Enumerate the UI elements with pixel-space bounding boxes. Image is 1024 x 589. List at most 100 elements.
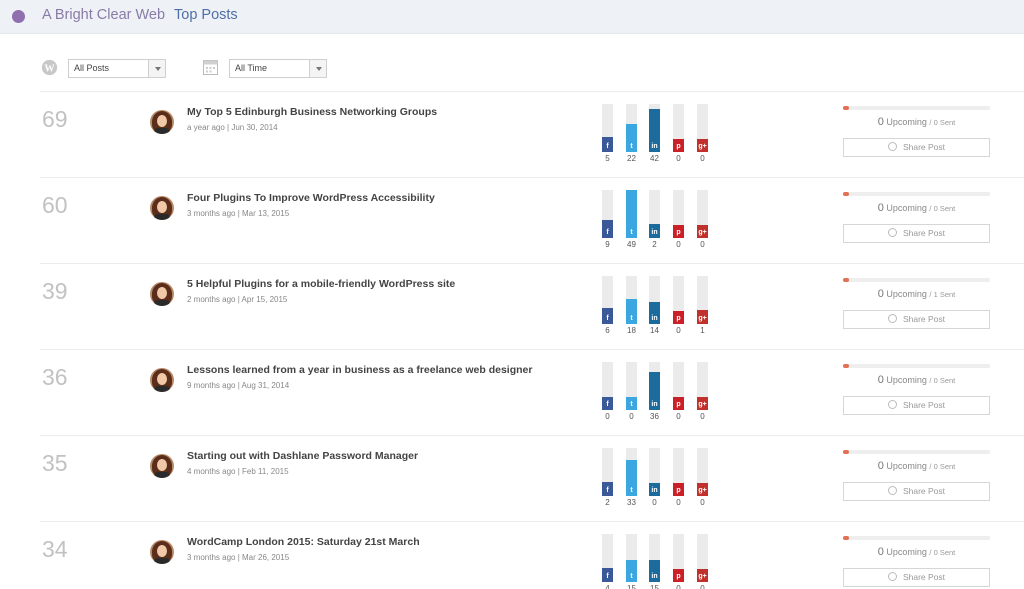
sent-count: / 0 Sent — [929, 548, 956, 557]
share-post-button[interactable]: Share Post — [843, 482, 990, 501]
chevron-down-icon[interactable] — [148, 60, 165, 77]
wordpress-icon: W — [41, 59, 58, 76]
facebook-icon: f — [602, 485, 613, 496]
share-bar-linkedin: in 42 — [649, 104, 660, 163]
share-bar-googleplus: g+ 0 — [697, 448, 708, 507]
sent-count: / 0 Sent — [929, 462, 956, 471]
share-stats: f 0 t 0 in 36 p 0 g+ 0 — [602, 362, 722, 422]
twitter-icon: t — [626, 485, 637, 496]
share-count-facebook: 5 — [605, 154, 610, 163]
bar-track — [673, 448, 684, 485]
share-post-button[interactable]: Share Post — [843, 224, 990, 243]
post-row: 34 WordCamp London 2015: Saturday 21st M… — [40, 521, 1024, 589]
share-panel: 0 Upcoming / 0 Sent Share Post — [843, 350, 993, 436]
share-stats: f 6 t 18 in 14 p 0 g+ 1 — [602, 276, 722, 336]
post-title-link[interactable]: Lessons learned from a year in business … — [187, 364, 532, 376]
author-avatar — [150, 282, 174, 306]
wordpress-icon — [887, 142, 897, 151]
twitter-icon: t — [626, 227, 637, 238]
pinterest-icon: p — [673, 141, 684, 152]
share-progress-fill — [843, 450, 849, 454]
author-avatar — [150, 454, 174, 478]
linkedin-icon: in — [649, 227, 660, 238]
share-count-pinterest: 0 — [676, 498, 681, 507]
share-progress-bar — [843, 536, 990, 540]
post-date: 9 months ago | Aug 31, 2014 — [187, 381, 290, 390]
share-count-linkedin: 36 — [650, 412, 659, 421]
time-filter-select[interactable]: All Time — [229, 59, 327, 78]
upcoming-label: Upcoming — [886, 203, 927, 213]
site-name[interactable]: A Bright Clear Web — [42, 7, 165, 23]
post-title-link[interactable]: Starting out with Dashlane Password Mana… — [187, 450, 418, 462]
share-bar-twitter: t 49 — [626, 190, 637, 249]
share-post-label: Share Post — [902, 142, 946, 152]
share-bar-googleplus: g+ 0 — [697, 534, 708, 589]
post-title-link[interactable]: Four Plugins To Improve WordPress Access… — [187, 192, 435, 204]
share-bar-twitter: t 33 — [626, 448, 637, 507]
linkedin-icon: in — [649, 399, 660, 410]
share-bar-linkedin: in 0 — [649, 448, 660, 507]
share-progress-bar — [843, 192, 990, 196]
post-filter-select[interactable]: All Posts — [68, 59, 166, 78]
facebook-icon: f — [602, 227, 613, 238]
share-bar-twitter: t 22 — [626, 104, 637, 163]
post-row: 60 Four Plugins To Improve WordPress Acc… — [40, 177, 1024, 263]
chevron-down-icon[interactable] — [309, 60, 326, 77]
linkedin-icon: in — [649, 571, 660, 582]
post-title-link[interactable]: WordCamp London 2015: Saturday 21st Marc… — [187, 536, 420, 548]
share-post-button[interactable]: Share Post — [843, 568, 990, 587]
share-count-googleplus: 0 — [700, 240, 705, 249]
share-bar-googleplus: g+ 1 — [697, 276, 708, 335]
share-count-twitter: 0 — [629, 412, 634, 421]
page-title: Top Posts — [174, 7, 238, 23]
upcoming-count: 0 — [877, 460, 884, 472]
post-date: a year ago | Jun 30, 2014 — [187, 123, 278, 132]
share-count-googleplus: 0 — [700, 584, 705, 589]
bar-fill-linkedin — [649, 372, 660, 399]
share-post-button[interactable]: Share Post — [843, 396, 990, 415]
post-date: 2 months ago | Apr 15, 2015 — [187, 295, 288, 304]
share-bar-linkedin: in 15 — [649, 534, 660, 589]
share-bar-pinterest: p 0 — [673, 104, 684, 163]
upcoming-count: 0 — [877, 546, 884, 558]
pinterest-icon: p — [673, 227, 684, 238]
post-title-link[interactable]: 5 Helpful Plugins for a mobile-friendly … — [187, 278, 455, 290]
googleplus-icon: g+ — [697, 313, 708, 324]
bar-fill-linkedin — [649, 302, 660, 313]
share-count-pinterest: 0 — [676, 584, 681, 589]
post-title-link[interactable]: My Top 5 Edinburgh Business Networking G… — [187, 106, 437, 118]
share-panel: 0 Upcoming / 1 Sent Share Post — [843, 264, 993, 350]
share-bar-pinterest: p 0 — [673, 362, 684, 421]
bar-track — [673, 362, 684, 399]
share-bar-facebook: f 0 — [602, 362, 613, 421]
share-status: 0 Upcoming / 0 Sent — [843, 116, 990, 128]
share-post-button[interactable]: Share Post — [843, 138, 990, 157]
bar-fill-twitter — [626, 460, 637, 485]
googleplus-icon: g+ — [697, 141, 708, 152]
share-count-googleplus: 0 — [700, 498, 705, 507]
twitter-icon: t — [626, 141, 637, 152]
sent-count: / 0 Sent — [929, 376, 956, 385]
share-bar-twitter: t 18 — [626, 276, 637, 335]
author-avatar — [150, 540, 174, 564]
share-post-label: Share Post — [902, 400, 946, 410]
post-filter-value: All Posts — [74, 63, 110, 73]
bar-track — [673, 190, 684, 227]
share-post-label: Share Post — [902, 314, 946, 324]
share-count-facebook: 6 — [605, 326, 610, 335]
share-bar-facebook: f 6 — [602, 276, 613, 335]
bar-fill-linkedin — [649, 560, 660, 571]
share-post-button[interactable]: Share Post — [843, 310, 990, 329]
share-bar-facebook: f 5 — [602, 104, 613, 163]
bar-track — [602, 448, 613, 485]
share-count-twitter: 33 — [627, 498, 636, 507]
share-post-label: Share Post — [902, 572, 946, 582]
post-rank: 60 — [42, 192, 68, 218]
site-icon[interactable] — [12, 10, 25, 23]
bar-track — [673, 104, 684, 141]
twitter-icon: t — [626, 571, 637, 582]
share-bar-pinterest: p 0 — [673, 534, 684, 589]
upcoming-label: Upcoming — [886, 461, 927, 471]
googleplus-icon: g+ — [697, 227, 708, 238]
share-panel: 0 Upcoming / 0 Sent Share Post — [843, 436, 993, 522]
